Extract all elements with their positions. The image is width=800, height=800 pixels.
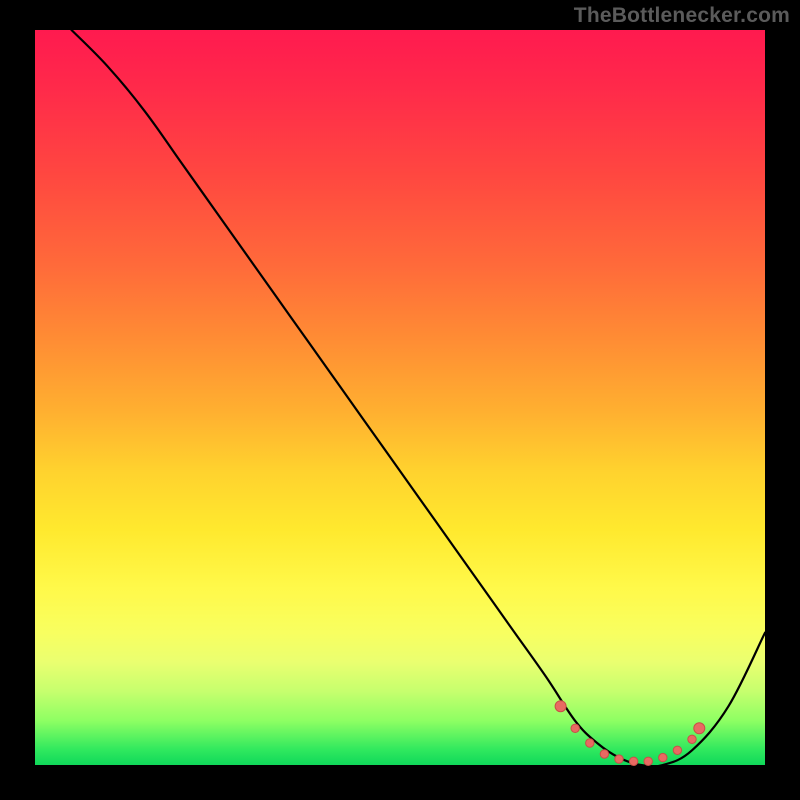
highlight-dot bbox=[555, 701, 566, 712]
highlight-dots bbox=[555, 701, 705, 766]
chart-frame: TheBottlenecker.com bbox=[0, 0, 800, 800]
plot-area bbox=[35, 30, 765, 765]
highlight-dot bbox=[615, 755, 623, 763]
bottleneck-curve bbox=[72, 30, 766, 767]
curve-svg bbox=[35, 30, 765, 765]
highlight-dot bbox=[688, 735, 696, 743]
highlight-dot bbox=[629, 757, 637, 765]
watermark-text: TheBottlenecker.com bbox=[574, 4, 790, 28]
highlight-dot bbox=[644, 757, 652, 765]
highlight-dot bbox=[586, 739, 594, 747]
highlight-dot bbox=[600, 750, 608, 758]
highlight-dot bbox=[659, 753, 667, 761]
highlight-dot bbox=[571, 724, 579, 732]
highlight-dot bbox=[673, 746, 681, 754]
highlight-dot bbox=[694, 723, 705, 734]
